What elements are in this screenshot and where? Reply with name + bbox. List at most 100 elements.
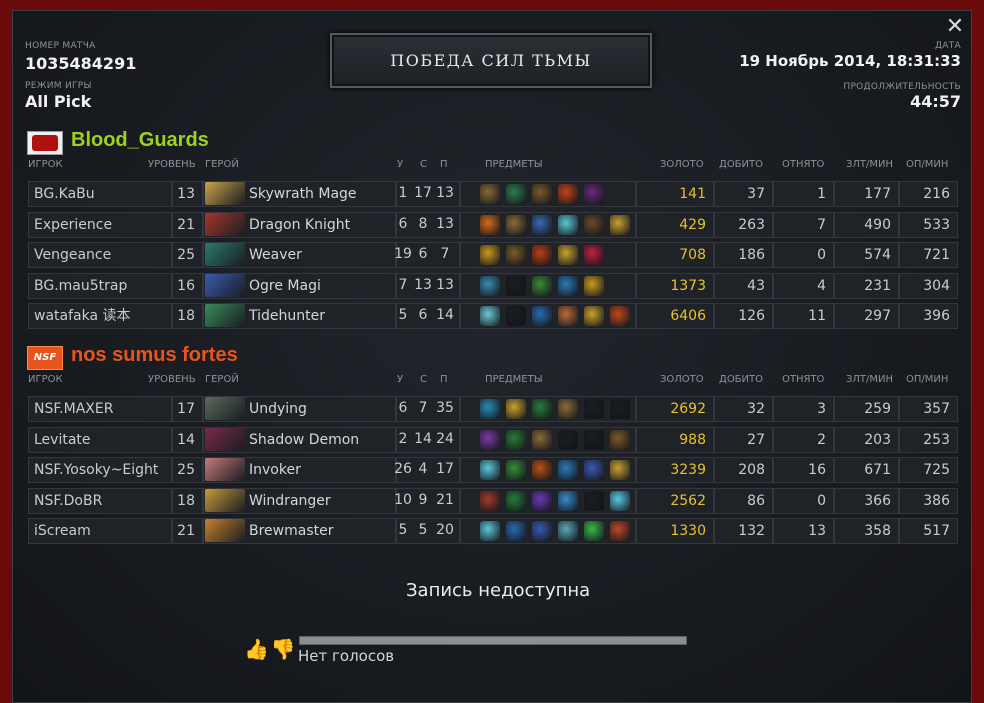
- close-icon[interactable]: ✕: [943, 15, 967, 39]
- item-icon[interactable]: [584, 399, 604, 419]
- window-frame: ✕ НОМЕР МАТЧА 1035484291 РЕЖИМ ИГРЫ All …: [0, 0, 984, 703]
- item-icon[interactable]: [480, 460, 500, 480]
- item-icon[interactable]: [558, 460, 578, 480]
- item-icon[interactable]: [532, 399, 552, 419]
- item-icon[interactable]: [584, 215, 604, 235]
- items-list: [480, 274, 636, 298]
- player-row[interactable]: iScream 21 Brewmaster 5 5 20 1330 132 13 358 517: [28, 518, 958, 544]
- gold: 708: [636, 242, 714, 268]
- item-icon[interactable]: [584, 184, 604, 204]
- player-row[interactable]: watafaka 读本 18 Tidehunter 5 6 14 6406 126 11 297 3…: [28, 303, 958, 329]
- item-icon[interactable]: [532, 276, 552, 296]
- item-icon[interactable]: [584, 460, 604, 480]
- player-row[interactable]: Experience 21 Dragon Knight 6 8 13 429 263 7 490 5…: [28, 212, 958, 238]
- item-icon[interactable]: [506, 276, 526, 296]
- player-level: 25: [172, 457, 203, 483]
- player-row[interactable]: NSF.DoBR 18 Windranger 10 9 21 2562 86 0 366 386: [28, 488, 958, 514]
- item-icon[interactable]: [480, 245, 500, 265]
- item-icon[interactable]: [558, 399, 578, 419]
- hero-name: Shadow Demon: [249, 432, 360, 448]
- item-icon[interactable]: [480, 184, 500, 204]
- hero-name: Weaver: [249, 247, 302, 263]
- item-icon[interactable]: [480, 276, 500, 296]
- player-row[interactable]: Levitate 14 Shadow Demon 2 14 24 988 27 2 203 253: [28, 427, 958, 453]
- items-list: [480, 519, 636, 543]
- match-id-label: НОМЕР МАТЧА: [25, 41, 96, 51]
- item-icon[interactable]: [558, 184, 578, 204]
- denies: 0: [773, 242, 834, 268]
- item-icon[interactable]: [506, 184, 526, 204]
- item-icon[interactable]: [506, 306, 526, 326]
- item-icon[interactable]: [610, 521, 630, 541]
- kills: 5: [398, 307, 408, 323]
- item-icon[interactable]: [532, 184, 552, 204]
- item-icon[interactable]: [584, 521, 604, 541]
- xpm: 203: [834, 427, 899, 453]
- item-icon[interactable]: [532, 460, 552, 480]
- item-icon[interactable]: [610, 491, 630, 511]
- thumbs-down-icon[interactable]: 👎: [271, 637, 296, 661]
- player-level: 25: [172, 242, 203, 268]
- item-icon[interactable]: [558, 491, 578, 511]
- item-icon[interactable]: [506, 430, 526, 450]
- item-icon[interactable]: [558, 521, 578, 541]
- deaths: 7: [418, 400, 428, 416]
- item-icon[interactable]: [532, 215, 552, 235]
- item-icon[interactable]: [506, 245, 526, 265]
- item-icon[interactable]: [584, 430, 604, 450]
- item-icon[interactable]: [506, 521, 526, 541]
- item-icon[interactable]: [506, 399, 526, 419]
- deaths: 4: [418, 461, 428, 477]
- item-icon[interactable]: [558, 245, 578, 265]
- item-icon[interactable]: [558, 276, 578, 296]
- hero-portrait: [205, 428, 245, 451]
- player-row[interactable]: Vengeance 25 Weaver 19 6 7 708 186 0 574 721: [28, 242, 958, 268]
- player-name: BG.KaBu: [28, 181, 172, 207]
- item-icon[interactable]: [506, 491, 526, 511]
- item-icon[interactable]: [532, 521, 552, 541]
- gold: 1330: [636, 518, 714, 544]
- item-icon[interactable]: [558, 306, 578, 326]
- item-icon[interactable]: [480, 215, 500, 235]
- item-icon[interactable]: [480, 430, 500, 450]
- kills: 6: [398, 400, 408, 416]
- item-icon[interactable]: [610, 399, 630, 419]
- item-icon[interactable]: [506, 460, 526, 480]
- item-icon[interactable]: [532, 491, 552, 511]
- replay-status: Запись недоступна: [406, 580, 591, 601]
- item-icon[interactable]: [532, 306, 552, 326]
- item-icon[interactable]: [532, 245, 552, 265]
- last-hits: 263: [714, 212, 773, 238]
- item-icon[interactable]: [506, 215, 526, 235]
- item-icon[interactable]: [584, 306, 604, 326]
- item-icon[interactable]: [480, 306, 500, 326]
- player-level: 16: [172, 273, 203, 299]
- item-icon[interactable]: [480, 491, 500, 511]
- item-icon[interactable]: [480, 399, 500, 419]
- hero-name: Tidehunter: [249, 308, 325, 324]
- item-icon[interactable]: [610, 215, 630, 235]
- item-icon[interactable]: [610, 306, 630, 326]
- item-icon[interactable]: [610, 430, 630, 450]
- item-icon[interactable]: [480, 521, 500, 541]
- player-level: 21: [172, 212, 203, 238]
- thumbs-up-icon[interactable]: 👍: [244, 637, 269, 661]
- item-icon[interactable]: [584, 491, 604, 511]
- player-row[interactable]: NSF.Yosoky~Eight 25 Invoker 26 4 17 3239 208 16 6…: [28, 457, 958, 483]
- player-name: NSF.Yosoky~Eight: [28, 457, 172, 483]
- item-icon[interactable]: [610, 460, 630, 480]
- item-icon[interactable]: [558, 215, 578, 235]
- deaths: 14: [414, 431, 432, 447]
- item-icon[interactable]: [558, 430, 578, 450]
- assists: 17: [436, 461, 454, 477]
- item-icon[interactable]: [584, 245, 604, 265]
- column-header-last_hits: ДОБИТО: [719, 159, 764, 170]
- item-icon[interactable]: [532, 430, 552, 450]
- player-row[interactable]: BG.KaBu 13 Skywrath Mage 1 17 13 141 37 1 177 216: [28, 181, 958, 207]
- player-row[interactable]: NSF.MAXER 17 Undying 6 7 35 2692 32 3 259 357: [28, 396, 958, 422]
- item-icon[interactable]: [584, 276, 604, 296]
- kills: 6: [398, 216, 408, 232]
- xpm: 177: [834, 181, 899, 207]
- gpm: 517: [899, 518, 958, 544]
- player-row[interactable]: BG.mau5trap 16 Ogre Magi 7 13 13 1373 43 4 231 304: [28, 273, 958, 299]
